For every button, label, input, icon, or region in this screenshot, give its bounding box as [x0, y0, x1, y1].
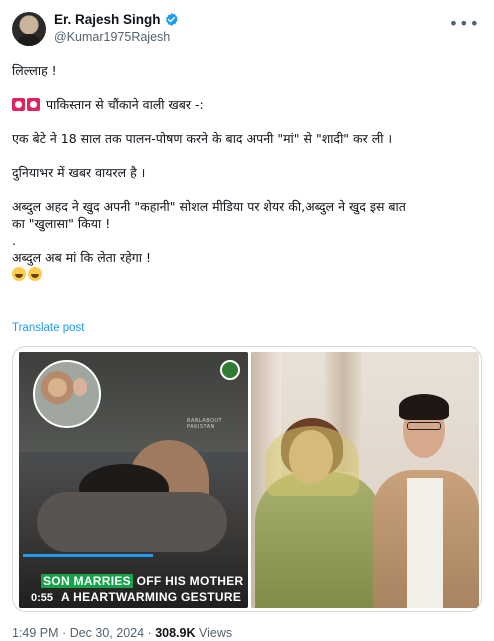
- video-caption-line-1: SON MARRIES OFF HIS MOTHER: [41, 574, 243, 588]
- views-label: Views: [199, 626, 233, 640]
- post-line-5: अब्दुल अहद ने खुद अपनी "कहानी" सोशल मीडि…: [12, 199, 406, 214]
- media-grid: BABLABOUT PAKISTAN SON MARRIES OFF HIS M…: [12, 346, 482, 612]
- author-display-name[interactable]: Er. Rajesh Singh: [54, 12, 161, 27]
- video-thumbnail[interactable]: BABLABOUT PAKISTAN SON MARRIES OFF HIS M…: [19, 352, 248, 608]
- siren-emoji-icon: [12, 98, 25, 111]
- avatar[interactable]: [12, 12, 46, 46]
- post-date[interactable]: Dec 30, 2024: [70, 626, 144, 640]
- post-line-7: .: [12, 233, 16, 248]
- post-time[interactable]: 1:49 PM: [12, 626, 59, 640]
- meta-separator: ·: [147, 626, 152, 640]
- post-line-3: एक बेटे ने 18 साल तक पालन-पोषण करने के ब…: [12, 131, 393, 146]
- video-inset-photo: [33, 360, 101, 428]
- photo-thumbnail[interactable]: [251, 352, 479, 608]
- verified-badge-icon: [165, 12, 178, 27]
- video-caption-line-2: A HEARTWARMING GESTURE: [61, 590, 242, 604]
- laughing-emoji-icon: [28, 267, 42, 281]
- laughing-emoji-icon: [12, 267, 26, 281]
- video-duration: 0:55: [31, 592, 54, 604]
- post-line-6: का "खुलासा" किया !: [12, 216, 111, 231]
- post-line-2: पाकिस्तान से चौंकाने वाली खबर -:: [12, 96, 482, 113]
- post-header: Er. Rajesh Singh @Kumar1975Rajesh •••: [12, 10, 482, 50]
- views-count: 308.9K: [155, 626, 196, 640]
- more-options-icon[interactable]: •••: [449, 14, 480, 33]
- video-watermark: BABLABOUT PAKISTAN: [187, 418, 223, 430]
- post-line-2-text: पाकिस्तान से चौंकाने वाली खबर -:: [45, 97, 204, 112]
- author-handle[interactable]: @Kumar1975Rajesh: [54, 30, 170, 44]
- author-name-row: Er. Rajesh Singh: [54, 12, 179, 27]
- post-line-9: [12, 266, 482, 283]
- video-progress-line: [23, 554, 153, 557]
- channel-logo-icon: [220, 360, 240, 380]
- post-line-4: दुनियाभर में खबर वायरल है ।: [12, 165, 146, 180]
- post-meta: 1:49 PM · Dec 30, 2024 · 308.9K Views: [12, 626, 232, 640]
- post-line-1: लिल्लाह !: [12, 63, 57, 78]
- siren-emoji-icon: [27, 98, 40, 111]
- video-caption-rest: OFF HIS MOTHER: [132, 574, 244, 588]
- video-caption-highlight: SON MARRIES: [41, 574, 133, 588]
- post-text: लिल्लाह ! पाकिस्तान से चौंकाने वाली खबर …: [12, 62, 482, 283]
- translate-post-link[interactable]: Translate post: [12, 322, 84, 334]
- post-line-8: अब्दुल अब मां कि लेता रहेगा !: [12, 250, 152, 265]
- meta-separator: ·: [62, 626, 67, 640]
